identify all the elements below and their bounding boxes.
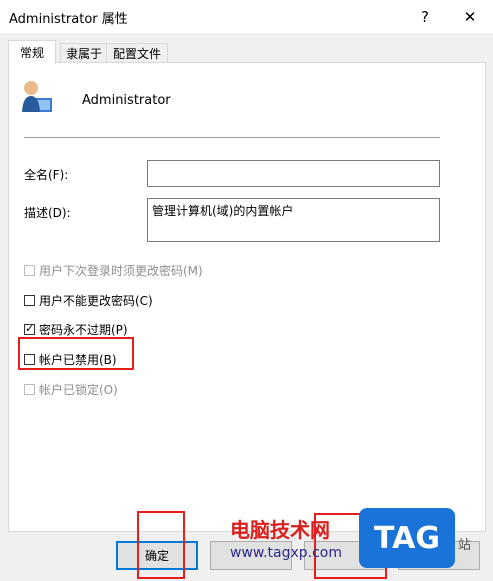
- option-label: 用户下次登录时须更改密码(M): [39, 264, 203, 278]
- checkbox[interactable]: [24, 295, 35, 306]
- checkmark-icon: ✓: [25, 322, 35, 335]
- option-label: 用户不能更改密码(C): [39, 294, 153, 308]
- watermark-text: 电脑技术网: [230, 518, 330, 542]
- highlight-ok: [137, 511, 185, 579]
- window-title: Administrator 属性: [9, 12, 128, 27]
- fullname-label: 全名(F):: [24, 168, 69, 182]
- option-account-locked[interactable]: 帐户已锁定(O): [24, 381, 118, 398]
- option-label: 帐户已锁定(O): [39, 383, 118, 397]
- checkbox[interactable]: ✓: [24, 322, 35, 335]
- tab-profile[interactable]: 配置文件: [106, 43, 168, 63]
- title-bar: Administrator 属性 ? ✕: [0, 0, 493, 33]
- help-button[interactable]: ?: [403, 0, 447, 33]
- watermark-suffix: 站: [458, 538, 472, 553]
- description-label: 描述(D):: [24, 206, 71, 220]
- tab-general[interactable]: 常规: [8, 40, 56, 64]
- option-must-change-password[interactable]: 用户下次登录时须更改密码(M): [24, 262, 203, 279]
- checkbox[interactable]: [24, 384, 35, 395]
- watermark-url: www.tagxp.com: [230, 545, 342, 561]
- fullname-input[interactable]: [147, 160, 440, 187]
- watermark-logo: TAG: [359, 508, 455, 568]
- divider: [24, 137, 440, 138]
- option-cannot-change-password[interactable]: 用户不能更改密码(C): [24, 292, 153, 309]
- close-button[interactable]: ✕: [448, 0, 492, 33]
- option-label: 密码永不过期(P): [39, 323, 128, 337]
- highlight-account-disabled: [18, 337, 134, 370]
- account-name: Administrator: [82, 93, 171, 108]
- option-password-never-expires[interactable]: ✓ 密码永不过期(P): [24, 321, 128, 338]
- checkbox[interactable]: [24, 265, 35, 276]
- description-input[interactable]: 管理计算机(域)的内置帐户: [147, 198, 440, 242]
- tab-member-of[interactable]: 隶属于: [60, 43, 108, 63]
- user-icon: [22, 81, 52, 112]
